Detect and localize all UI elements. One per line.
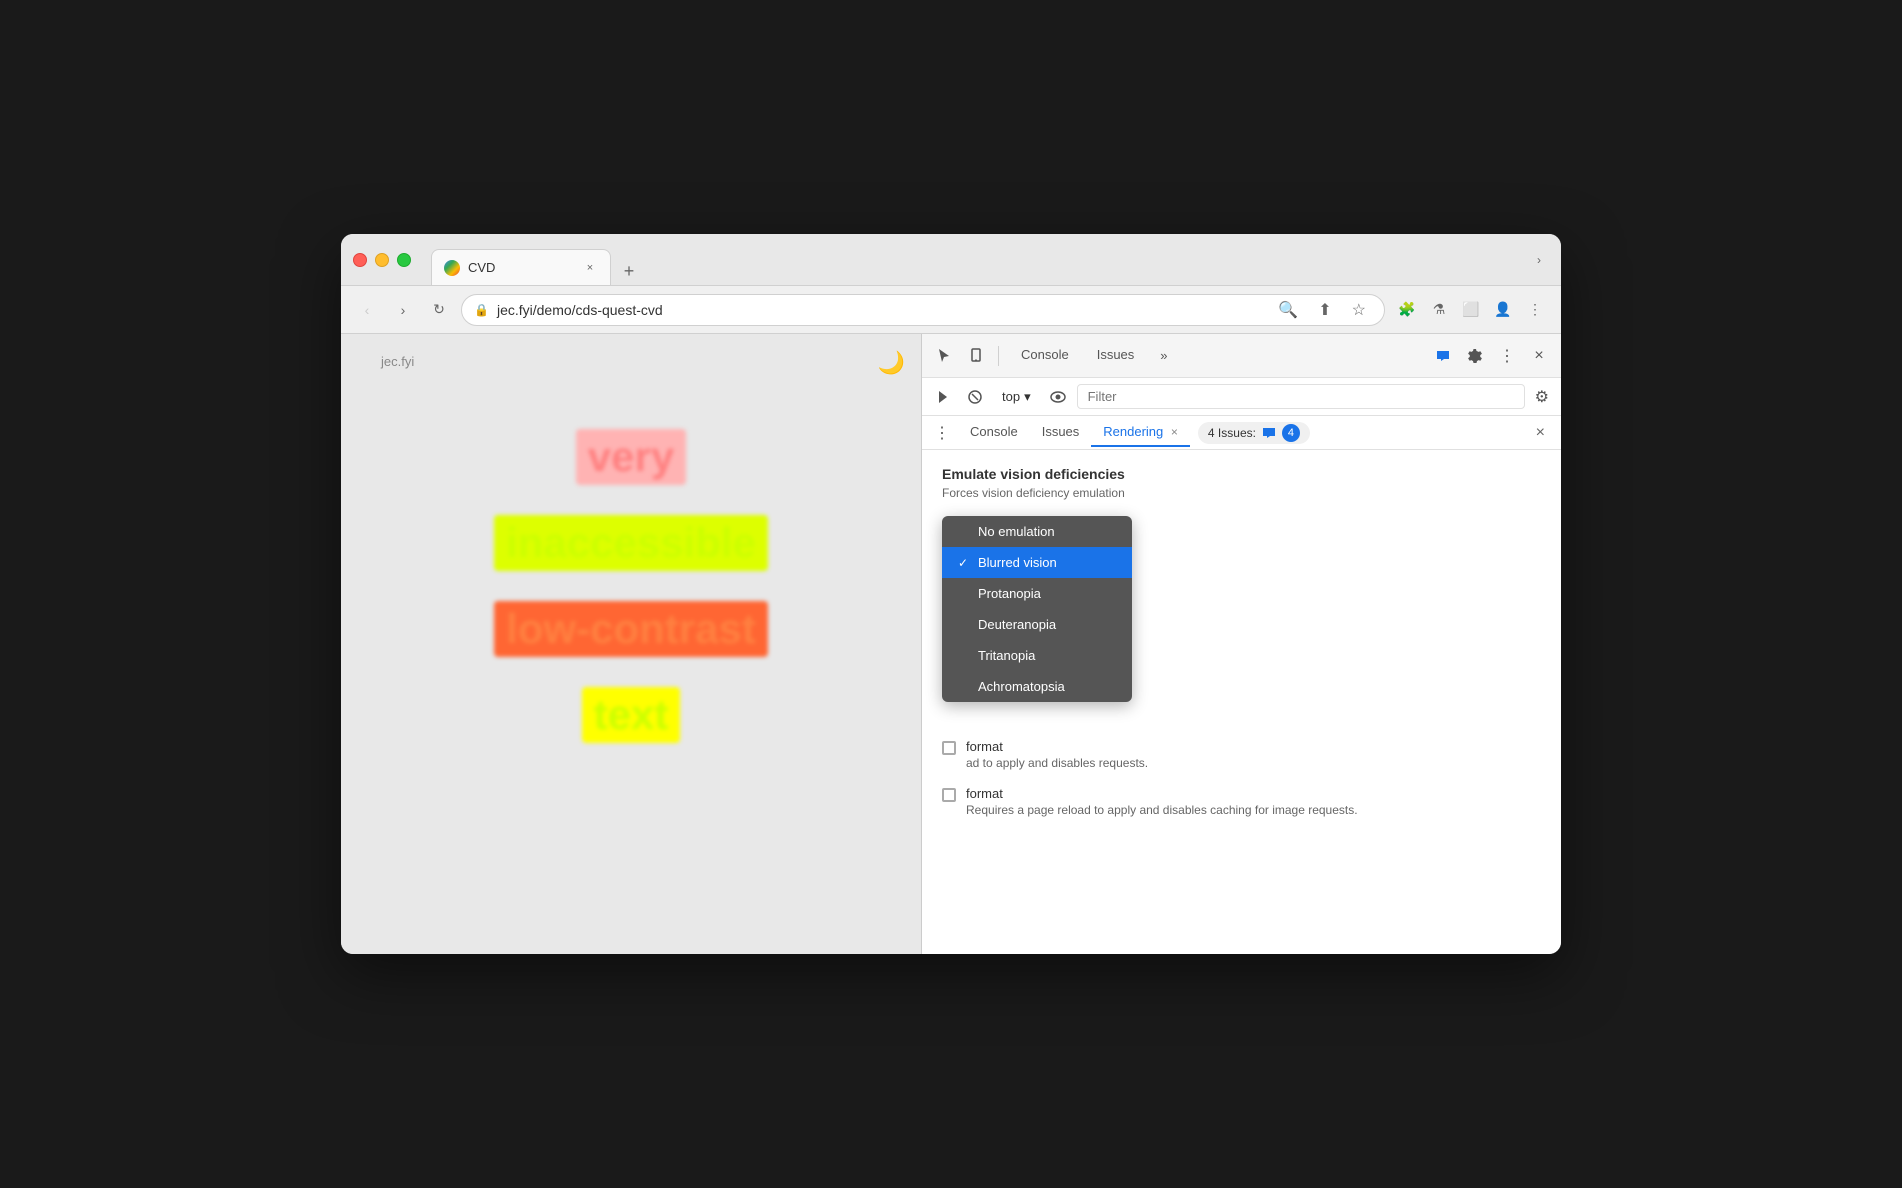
devtools-body: Emulate vision deficiencies Forces visio…	[922, 450, 1561, 954]
checkbox-2-title: format	[966, 786, 1358, 801]
checkbox-1-title: format	[966, 739, 1148, 754]
section-title: Emulate vision deficiencies	[942, 466, 1541, 482]
close-window-button[interactable]	[353, 253, 367, 267]
browser-window: CVD × + › ‹ › ↻ 🔒 jec.fyi/demo/cds-quest…	[341, 234, 1561, 954]
devtools-cursor-button[interactable]	[930, 342, 958, 370]
more-menu-button[interactable]: ⋮	[1521, 296, 1549, 324]
more-tabs-button[interactable]: »	[1152, 344, 1175, 367]
tab-favicon	[444, 260, 460, 276]
section-subtitle: Forces vision deficiency emulation	[942, 486, 1541, 500]
checkbox-item-2: format Requires a page reload to apply a…	[942, 786, 1541, 817]
address-text: jec.fyi/demo/cds-quest-cvd	[497, 302, 1264, 318]
dropdown-item-no-emulation[interactable]: No emulation	[942, 516, 1132, 547]
filter-settings-button[interactable]: ⚙	[1531, 383, 1553, 411]
forward-button[interactable]: ›	[389, 296, 417, 324]
flask-button[interactable]: ⚗	[1425, 296, 1453, 324]
issues-badge-count: 4	[1282, 424, 1300, 442]
tab-rendering[interactable]: Rendering ×	[1091, 418, 1190, 447]
dropdown-item-deuteranopia[interactable]: Deuteranopia	[942, 609, 1132, 640]
checkbox-item-1: format ad to apply and disables requests…	[942, 739, 1541, 770]
devtools-close-button[interactable]: ×	[1525, 342, 1553, 370]
word-inaccessible: inaccessible	[494, 515, 768, 571]
word-low-contrast: low-contrast	[494, 601, 768, 657]
devtools-device-button[interactable]	[962, 342, 990, 370]
dropdown-menu: No emulation ✓ Blurred vision Protanopia	[942, 516, 1132, 702]
page-logo: jec.fyi	[381, 354, 881, 369]
devtools-more-button[interactable]: ⋮	[1493, 342, 1521, 370]
word-very: very	[576, 429, 686, 485]
tab-console-sub[interactable]: Console	[958, 418, 1030, 447]
devtools-settings-button[interactable]	[1461, 342, 1489, 370]
issues-message-icon	[1262, 426, 1276, 440]
tab-issues[interactable]: Issues	[1083, 339, 1149, 372]
tab-list-chevron[interactable]: ›	[1529, 249, 1549, 271]
reload-button[interactable]: ↻	[425, 296, 453, 324]
nav-actions: 🧩 ⚗ ⬜ 👤 ⋮	[1393, 296, 1549, 324]
tab-issues-sub[interactable]: Issues	[1030, 418, 1092, 447]
checkbox-1-desc: ad to apply and disables requests.	[966, 756, 1148, 770]
traffic-lights	[353, 253, 411, 267]
issues-panel-close-button[interactable]: ×	[1532, 420, 1549, 446]
title-bar: CVD × + ›	[341, 234, 1561, 286]
share-icon[interactable]: ⬆	[1312, 298, 1337, 322]
issues-tabs: Console Issues Rendering ×	[958, 418, 1190, 447]
devtools-panel: Console Issues » ⋮ ×	[921, 334, 1561, 954]
console-filter-input[interactable]	[1077, 384, 1525, 409]
main-area: jec.fyi 🌙 very inaccessible low-contrast…	[341, 334, 1561, 954]
extensions-button[interactable]: 🧩	[1393, 296, 1421, 324]
dropdown-item-tritanopia[interactable]: Tritanopia	[942, 640, 1132, 671]
layout-button[interactable]: ⬜	[1457, 296, 1485, 324]
back-button[interactable]: ‹	[353, 296, 381, 324]
dropdown-item-blurred-vision[interactable]: ✓ Blurred vision	[942, 547, 1132, 578]
search-icon[interactable]: 🔍	[1272, 298, 1304, 322]
issues-bar: ⋮ Console Issues Rendering × 4 Issues: 4…	[922, 416, 1561, 450]
tabs-area: CVD × +	[431, 234, 643, 285]
devtools-toolbar: Console Issues » ⋮ ×	[922, 334, 1561, 378]
eye-button[interactable]	[1045, 384, 1071, 410]
lock-icon: 🔒	[474, 303, 489, 317]
word-text: text	[582, 687, 681, 743]
tab-close-button[interactable]: ×	[582, 260, 598, 276]
profile-button[interactable]: 👤	[1489, 296, 1517, 324]
execute-button[interactable]	[930, 384, 956, 410]
minimize-window-button[interactable]	[375, 253, 389, 267]
checkbox-2-desc: Requires a page reload to apply and disa…	[966, 803, 1358, 817]
toolbar-divider	[998, 346, 999, 366]
checkbox-1[interactable]	[942, 741, 956, 755]
issues-more-button[interactable]: ⋮	[934, 423, 950, 443]
clear-console-button[interactable]	[962, 384, 988, 410]
new-tab-button[interactable]: +	[615, 257, 643, 285]
frame-selector-arrow: ▾	[1024, 389, 1031, 405]
maximize-window-button[interactable]	[397, 253, 411, 267]
devtools-toolbar2: top ▾ ⚙	[922, 378, 1561, 416]
checkbox-section: format ad to apply and disables requests…	[942, 739, 1541, 817]
address-bar[interactable]: 🔒 jec.fyi/demo/cds-quest-cvd 🔍 ⬆ ☆	[461, 294, 1385, 326]
dropdown-item-achromatopsia[interactable]: Achromatopsia	[942, 671, 1132, 702]
frame-selector[interactable]: top ▾	[994, 386, 1039, 408]
issues-count-text: 4 Issues:	[1208, 426, 1256, 440]
devtools-messages-button[interactable]	[1429, 342, 1457, 370]
devtools-main-tabs: Console Issues	[1007, 339, 1148, 372]
checkbox-2[interactable]	[942, 788, 956, 802]
devtools-actions: ⋮ ×	[1429, 342, 1553, 370]
bookmark-icon[interactable]: ☆	[1346, 298, 1372, 322]
dropdown-item-protanopia[interactable]: Protanopia	[942, 578, 1132, 609]
tab-title: CVD	[468, 260, 495, 275]
rendering-tab-close-button[interactable]: ×	[1171, 425, 1178, 439]
page-content: jec.fyi 🌙 very inaccessible low-contrast…	[341, 334, 921, 954]
moon-icon[interactable]: 🌙	[878, 350, 905, 376]
tab-console[interactable]: Console	[1007, 339, 1083, 372]
nav-bar: ‹ › ↻ 🔒 jec.fyi/demo/cds-quest-cvd 🔍 ⬆ ☆…	[341, 286, 1561, 334]
issues-count-badge[interactable]: 4 Issues: 4	[1198, 422, 1310, 444]
active-tab[interactable]: CVD ×	[431, 249, 611, 285]
demo-content: very inaccessible low-contrast text	[381, 409, 881, 743]
frame-selector-value: top	[1002, 389, 1020, 404]
